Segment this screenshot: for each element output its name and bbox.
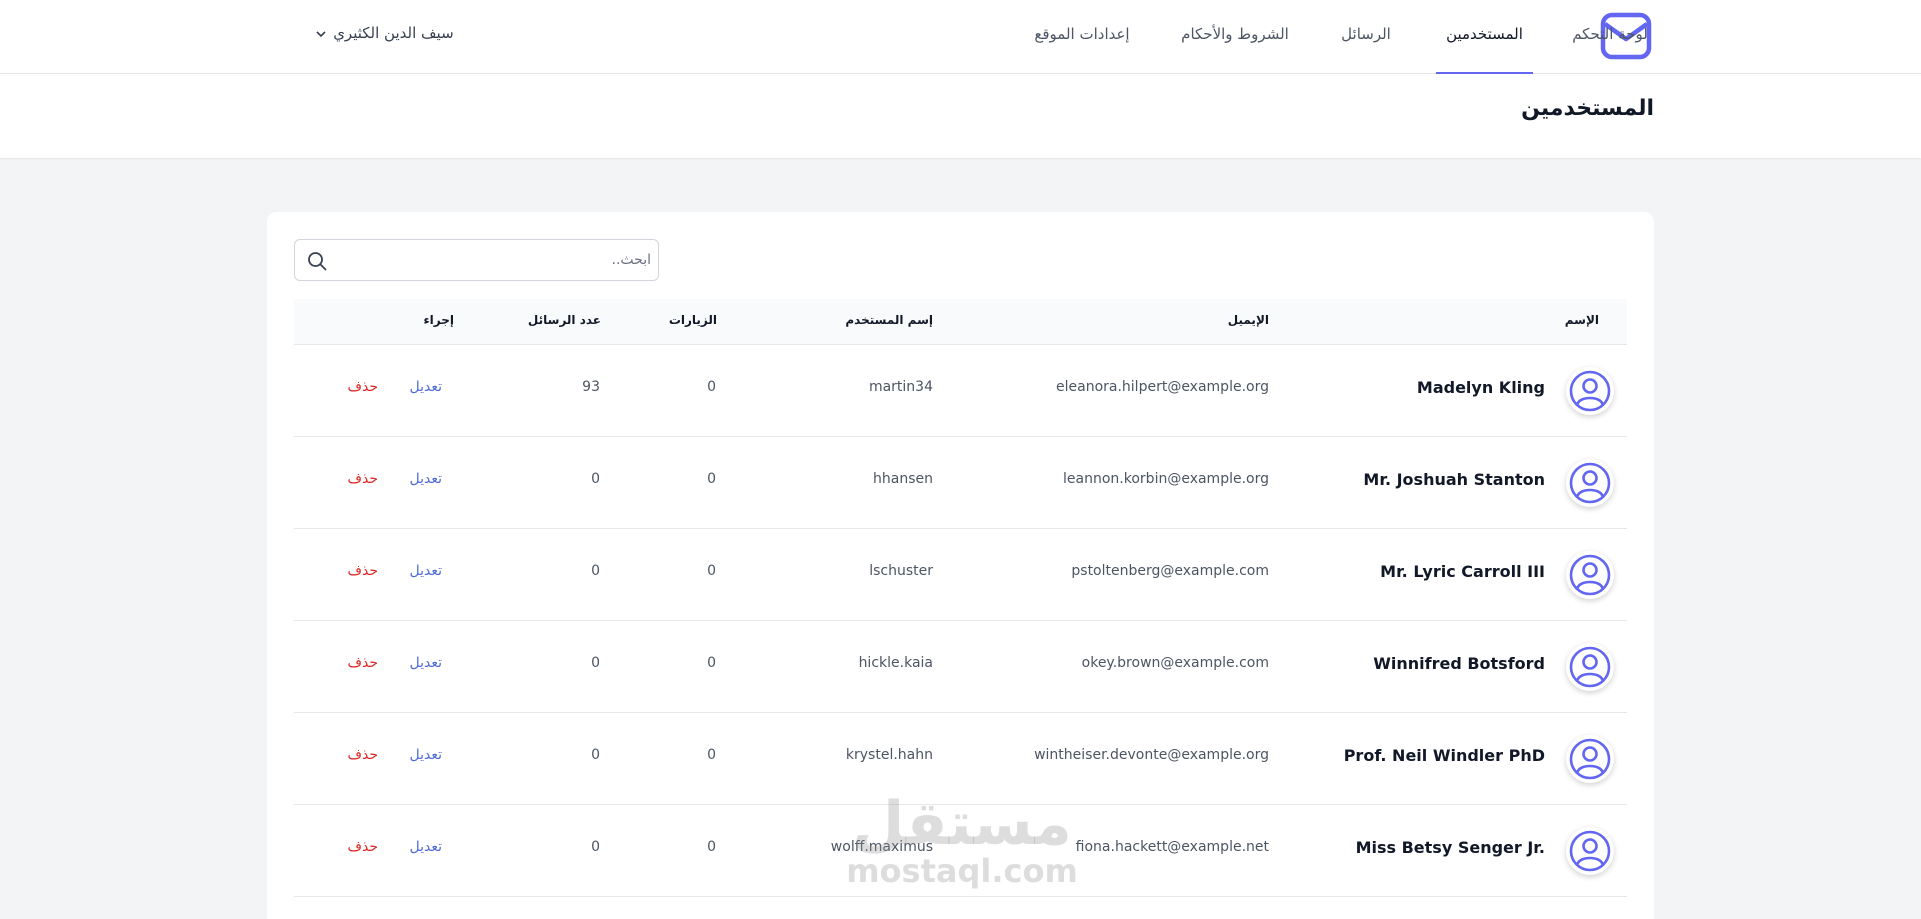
edit-button[interactable]: تعديل [410,563,443,579]
edit-button[interactable]: تعديل [410,747,443,763]
username-cell: hickle.kaia [858,655,933,671]
table-body: Madelyn Kling eleanora.hilpert@example.o… [294,345,1627,897]
page-title: المستخدمين [1521,96,1654,121]
chevron-down-icon [316,30,329,41]
avatar [1566,367,1614,415]
table-row: Prof. Neil Windler PhD wintheiser.devont… [294,713,1627,805]
column-header-action: إجراء [423,313,454,327]
user-circle-icon [1569,830,1611,872]
user-menu[interactable]: سيف الدين الكثيري [316,24,454,42]
page-header: المستخدمين [0,74,1921,158]
user-circle-icon [1569,554,1611,596]
table-row: Mr. Joshuah Stanton leannon.korbin@examp… [294,437,1627,529]
user-name: سيف الدين الكثيري [333,24,454,42]
delete-button[interactable]: حذف [347,471,378,487]
visits-cell: 0 [707,747,716,763]
user-circle-icon [1569,646,1611,688]
username-cell: hhansen [873,471,933,487]
messages-cell: 0 [591,655,600,671]
username-cell: martin34 [868,379,933,395]
delete-button[interactable]: حذف [347,747,378,763]
nav-item-messages[interactable]: الرسائل [1337,0,1395,74]
table-row: Miss Betsy Senger Jr. fiona.hackett@exam… [294,805,1627,897]
email-cell: pstoltenberg@example.com [1071,563,1269,579]
user-name-cell: Mr. Joshuah Stanton [1363,470,1545,489]
avatar [1566,643,1614,691]
search-input[interactable] [339,240,651,280]
visits-cell: 0 [707,379,716,395]
users-table: الإسم الإيميل إسم المستخدم الزيارات عدد … [294,299,1627,897]
visits-cell: 0 [707,839,716,855]
delete-button[interactable]: حذف [347,839,378,855]
messages-cell: 93 [582,379,600,395]
nav-item-dashboard[interactable]: لوحة التحكم [1569,0,1651,74]
user-circle-icon [1569,738,1611,780]
column-header-visits: الزيارات [668,313,717,327]
table-row: Winnifred Botsford okey.brown@example.co… [294,621,1627,713]
edit-button[interactable]: تعديل [410,839,443,855]
column-header-email: الإيميل [1227,313,1269,327]
email-cell: fiona.hackett@example.net [1075,839,1269,855]
visits-cell: 0 [707,563,716,579]
user-name-cell: Winnifred Botsford [1373,654,1545,673]
delete-button[interactable]: حذف [347,379,378,395]
email-cell: wintheiser.devonte@example.org [1034,747,1269,763]
avatar [1566,735,1614,783]
avatar [1566,827,1614,875]
table-row: Madelyn Kling eleanora.hilpert@example.o… [294,345,1627,437]
column-header-messages: عدد الرسائل [527,313,601,327]
column-header-username: إسم المستخدم [845,313,933,327]
avatar [1566,459,1614,507]
user-name-cell: Prof. Neil Windler PhD [1343,746,1545,765]
user-name-cell: Miss Betsy Senger Jr. [1355,838,1545,857]
search-icon[interactable] [307,251,327,271]
user-name-cell: Madelyn Kling [1416,378,1545,397]
nav-item-users[interactable]: المستخدمين [1436,0,1533,74]
email-cell: okey.brown@example.com [1081,655,1269,671]
table-header: الإسم الإيميل إسم المستخدم الزيارات عدد … [294,299,1627,345]
edit-button[interactable]: تعديل [410,655,443,671]
username-cell: krystel.hahn [845,747,933,763]
users-card: الإسم الإيميل إسم المستخدم الزيارات عدد … [267,212,1654,919]
messages-cell: 0 [591,839,600,855]
table-row: Mr. Lyric Carroll III pstoltenberg@examp… [294,529,1627,621]
messages-cell: 0 [591,747,600,763]
email-cell: eleanora.hilpert@example.org [1056,379,1269,395]
search-box [294,239,659,281]
username-cell: wolff.maximus [830,839,933,855]
messages-cell: 0 [591,563,600,579]
edit-button[interactable]: تعديل [410,379,443,395]
column-header-name: الإسم [1564,313,1599,327]
delete-button[interactable]: حذف [347,655,378,671]
username-cell: lschuster [869,563,933,579]
visits-cell: 0 [707,655,716,671]
edit-button[interactable]: تعديل [410,471,443,487]
delete-button[interactable]: حذف [347,563,378,579]
user-circle-icon [1569,462,1611,504]
user-circle-icon [1569,370,1611,412]
nav-item-site-settings[interactable]: إعدادات الموقع [1030,0,1134,74]
nav-item-terms[interactable]: الشروط والأحكام [1175,0,1295,74]
email-cell: leannon.korbin@example.org [1063,471,1269,487]
visits-cell: 0 [707,471,716,487]
avatar [1566,551,1614,599]
messages-cell: 0 [591,471,600,487]
top-navbar: لوحة التحكم المستخدمين الرسائل الشروط وا… [0,0,1921,74]
user-name-cell: Mr. Lyric Carroll III [1380,562,1545,581]
